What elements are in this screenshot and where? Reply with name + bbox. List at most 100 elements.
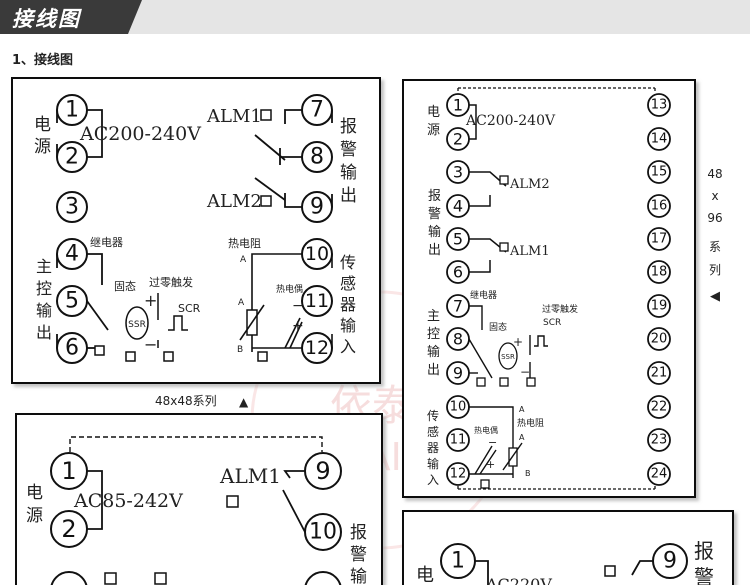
d2-sensor-led (480, 479, 490, 489)
d3-terminal-label: 10 (309, 520, 337, 545)
d2-terminal-label: 17 (651, 232, 668, 247)
d2-terminal-label: 23 (651, 433, 668, 448)
d2-terminal-label: 15 (651, 165, 668, 180)
d2-terminal-label: 10 (450, 400, 467, 415)
d2-alarm-out-1: 报 (428, 189, 441, 204)
diagram-4: 1 9 电 AC220V 报 警 (402, 510, 734, 585)
d1-sensor-a: A (238, 298, 245, 308)
d3-terminal-label: 2 (61, 515, 76, 543)
d2-relay-label: 继电器 (470, 289, 497, 301)
d1-terminal-label: 11 (305, 290, 329, 312)
d2-terminal-label: 13 (651, 98, 668, 113)
d1-main-out-2: 控 (36, 279, 52, 298)
d2-terminal-label: 8 (453, 330, 463, 349)
d3-power-1: 电 (26, 483, 43, 503)
d2-scr-label: SCR (543, 318, 561, 328)
d2-terminal-label: 22 (651, 400, 668, 415)
d1-tc-plus: + (292, 318, 304, 334)
d1-sensor-in-5: 入 (340, 337, 356, 356)
d1-minus-sign: − (144, 335, 157, 354)
caption-48x96-3: 96 (707, 211, 722, 225)
d1-terminal-label: 7 (310, 98, 324, 123)
d1-scr-label: SCR (178, 302, 201, 315)
d1-tc-label: 热电偶 (276, 283, 303, 295)
d4-terminal-label: 1 (451, 549, 465, 574)
d1-sensor-in-1: 传 (340, 253, 356, 272)
diagram-3: 1 2 9 10 电 源 AC85-242V ALM1 报 警 输 (15, 413, 383, 585)
d3-alarm-out-2: 警 (350, 545, 367, 565)
d2-alarm-out-3: 输 (428, 224, 441, 240)
d1-terminal-label: 1 (65, 98, 79, 123)
d1-terminal-label: 8 (310, 145, 324, 170)
d1-terminal-label: 3 (65, 195, 79, 220)
d2-terminal-label: 21 (651, 366, 668, 381)
d3-alarm-out-1: 报 (350, 523, 367, 543)
d2-rtd-a: A (519, 405, 525, 414)
d1-voltage-label: AC200-240V (79, 123, 201, 145)
d2-main-out-1: 主 (427, 309, 440, 324)
d4-alarm-2: 警 (694, 565, 714, 585)
d1-plus-sign: + (144, 291, 157, 310)
d2-terminal-label: 3 (453, 163, 463, 182)
d2-terminal-label: 1 (453, 96, 463, 115)
d1-alm2-led (260, 195, 272, 207)
d2-tc-label: 热电偶 (474, 425, 498, 435)
d3-terminal-label: 1 (61, 457, 76, 485)
d1-alarm-out-3: 输 (340, 163, 357, 183)
d1-alm1-label: ALM1 (206, 106, 262, 127)
d1-sensor-in-3: 器 (340, 295, 356, 314)
d1-rtd-a: A (240, 255, 247, 265)
d2-sensor-b: B (525, 469, 531, 478)
d1-terminal-label: 9 (310, 195, 324, 220)
d1-main-out-3: 输 (36, 301, 52, 320)
caption-48x96-2: x (711, 189, 718, 203)
caption-48x48-arrow: ▲ (239, 395, 249, 409)
d2-ssr-group-label: 固态 (489, 321, 507, 333)
d2-sensor-in-3: 器 (427, 441, 439, 455)
caption-48x96-arrow: ◀ (710, 289, 720, 304)
d3-alm1-led (226, 495, 239, 508)
d1-sensor-led (257, 351, 268, 362)
d1-tc-minus: − (292, 298, 304, 314)
d2-terminal-label: 24 (651, 467, 668, 482)
d1-rtd-label: 热电阻 (228, 237, 261, 250)
caption-48x96-5: 列 (709, 263, 721, 277)
d1-relay-led (94, 345, 105, 356)
d1-scr-led (163, 351, 174, 362)
d2-sensor-in-2: 感 (427, 424, 439, 439)
d2-alarm-out-4: 出 (428, 243, 441, 258)
d1-main-out-4: 出 (36, 323, 52, 342)
wiring-diagrams: 依泰 YITAI 1 2 3 4 5 6 7 8 9 (11, 77, 734, 585)
d1-zero-cross-label: 过零触发 (149, 275, 193, 289)
d1-ssr-text: SSR (128, 320, 146, 330)
d2-alm1-led (499, 242, 509, 252)
d2-terminal-label: 5 (453, 230, 463, 249)
d2-terminal-label: 4 (453, 197, 463, 216)
d2-sensor-in-1: 传 (427, 408, 439, 423)
d4-power-1: 电 (416, 565, 434, 585)
d2-alm1-label: ALM1 (509, 244, 550, 259)
caption-48x48: 48x48系列 (155, 394, 217, 408)
caption-48x96: 48 x 96 系 列 ◀ (707, 167, 722, 304)
d3-alm1-label: ALM1 (219, 464, 281, 488)
diagram-3-frame (15, 413, 383, 585)
d4-led (604, 565, 616, 577)
d3-alarm-out-3: 输 (350, 567, 367, 585)
d2-main-out-4: 出 (427, 363, 440, 378)
d4-alarm-1: 报 (694, 539, 714, 563)
d1-ssr-group-label: 固态 (114, 280, 136, 293)
d2-zero-cross-label: 过零触发 (542, 303, 578, 315)
d1-terminal-label: 2 (65, 145, 79, 170)
d1-alarm-out-4: 出 (340, 186, 357, 206)
d1-alm2-label: ALM2 (206, 191, 262, 212)
d1-sensor-in-4: 输 (340, 316, 356, 335)
d2-plus-sign: + (513, 335, 523, 349)
d2-rtd-label: 热电阻 (517, 417, 544, 429)
d2-terminal-label: 7 (453, 297, 463, 316)
d2-terminal-label: 6 (453, 263, 463, 282)
d2-terminal-label: 9 (453, 364, 463, 383)
d1-alarm-out-2: 警 (340, 140, 357, 160)
d2-terminal-label: 16 (651, 199, 668, 214)
d2-terminal-label: 20 (651, 332, 668, 347)
d3-led (154, 572, 167, 585)
